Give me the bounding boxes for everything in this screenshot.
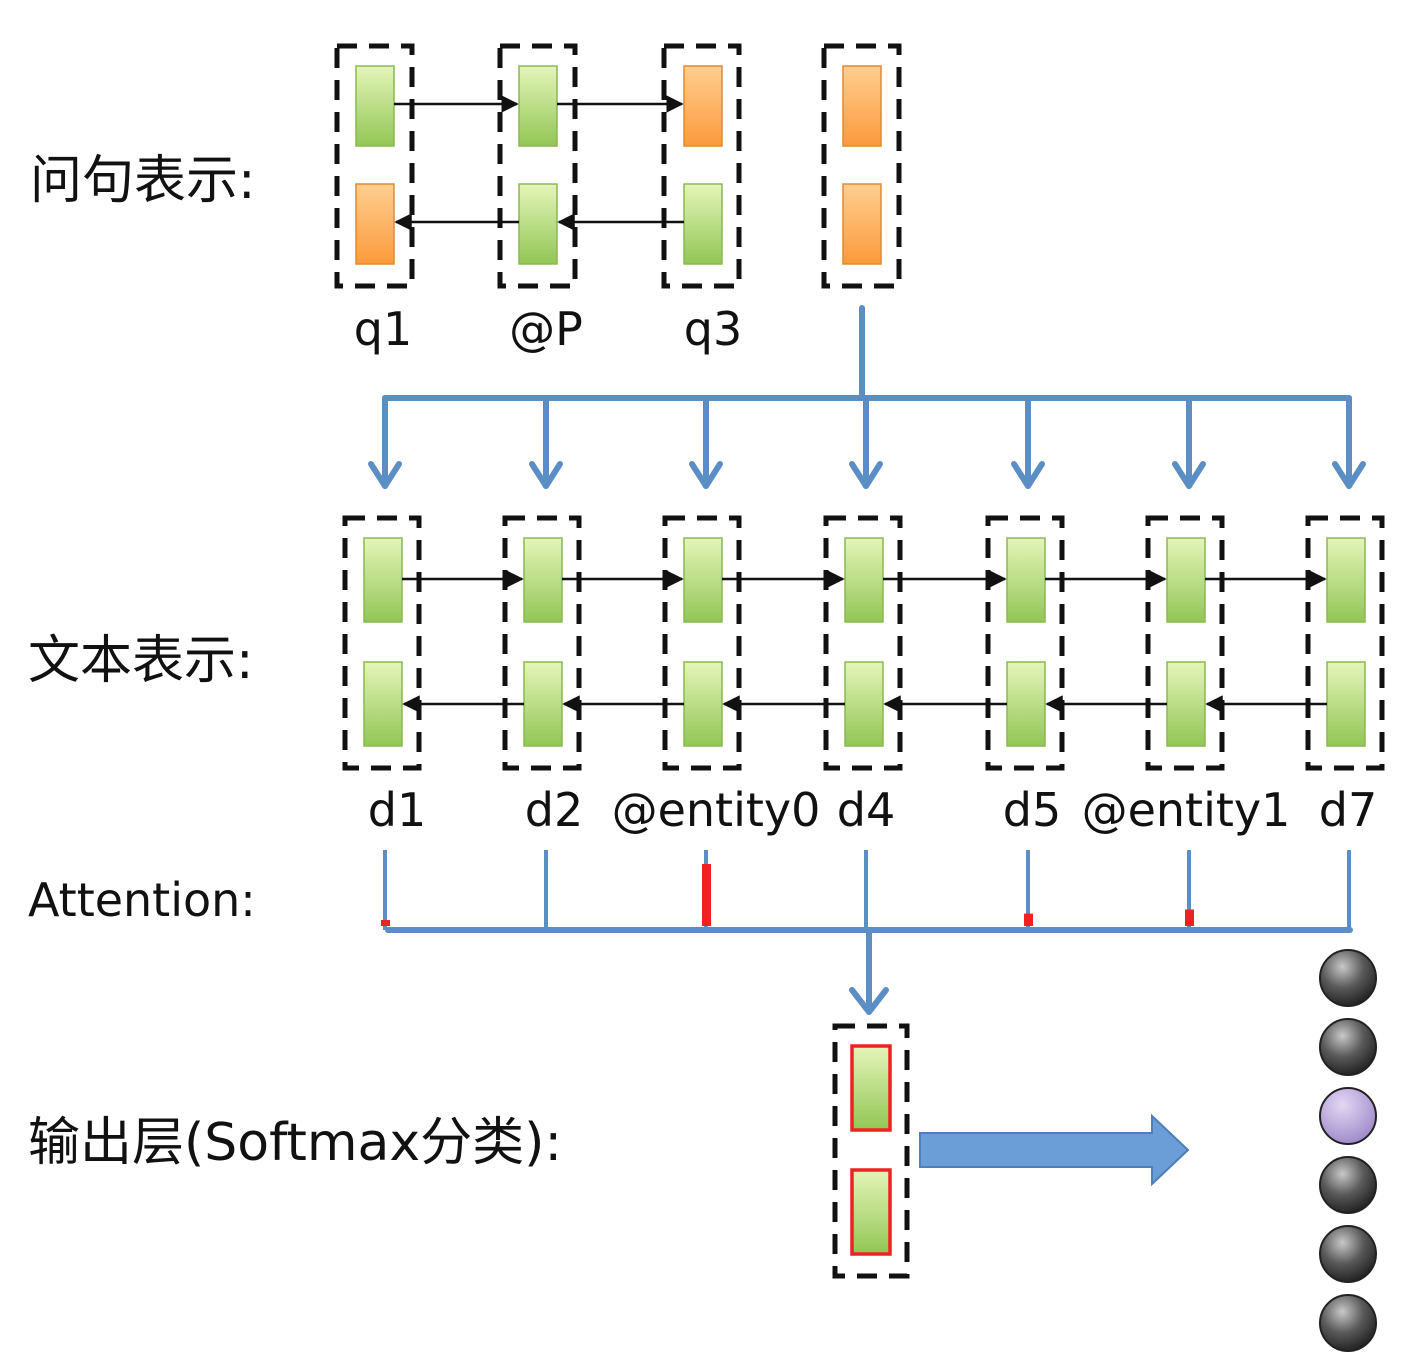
class-node <box>1319 1018 1377 1076</box>
document-token-label: @entity0 <box>612 783 821 837</box>
output-layer-label: 输出层(Softmax分类): <box>28 1113 562 1173</box>
backward-hidden-cell <box>683 661 723 747</box>
softmax-output-nodes <box>1319 949 1377 1352</box>
backward-hidden-cell <box>1326 661 1366 747</box>
backward-hidden-cell <box>1166 661 1206 747</box>
document-token-label: d5 <box>1003 783 1061 837</box>
context-vector-cell <box>850 1168 892 1256</box>
forward-hidden-cell <box>844 537 884 623</box>
attention-weight-bar <box>1185 909 1194 926</box>
class-node <box>1319 949 1377 1007</box>
context-vector-cell <box>850 1044 892 1132</box>
attention-weight-bar <box>702 864 711 926</box>
document-token-label: @entity1 <box>1082 783 1291 837</box>
document-token-label: d7 <box>1319 783 1377 837</box>
document-token-label: d4 <box>837 783 895 837</box>
attention-weight-bar <box>381 920 390 926</box>
forward-hidden-cell <box>1166 537 1206 623</box>
question-token-label: q3 <box>684 302 742 356</box>
question-representation-label: 问句表示: <box>30 151 256 211</box>
attention-reader-diagram: 问句表示: 文本表示: Attention: 输出层(Softmax分类): q… <box>28 43 1385 1352</box>
document-token-label: d2 <box>525 783 583 837</box>
class-node <box>1319 1156 1377 1214</box>
class-node <box>1319 1294 1377 1352</box>
forward-hidden-cell <box>1006 537 1046 623</box>
question-concat-forward-cell <box>842 65 882 147</box>
question-encoder: q1 @P q3 <box>334 43 902 356</box>
backward-hidden-cell <box>523 661 563 747</box>
forward-hidden-cell <box>523 537 563 623</box>
backward-hidden-cell <box>518 183 558 265</box>
attention-weight-bar <box>1024 913 1033 926</box>
forward-hidden-cell <box>355 65 395 147</box>
selected-class-node <box>1319 1087 1377 1145</box>
document-encoder: d1 d2 @entity0 d4 d5 @entity1 d7 <box>342 515 1385 837</box>
question-concat-backward-cell <box>842 183 882 265</box>
backward-hidden-cell <box>363 661 403 747</box>
forward-hidden-cell <box>683 537 723 623</box>
attention-label: Attention: <box>28 873 256 927</box>
output-layer <box>832 949 1377 1352</box>
backward-hidden-cell <box>1006 661 1046 747</box>
forward-hidden-cell <box>363 537 403 623</box>
document-representation-label: 文本表示: <box>28 631 254 691</box>
forward-hidden-cell <box>1326 537 1366 623</box>
softmax-arrow <box>919 1113 1190 1187</box>
backward-hidden-cell <box>683 183 723 265</box>
forward-hidden-cell <box>518 65 558 147</box>
question-token-label: q1 <box>354 302 412 356</box>
backward-hidden-cell <box>844 661 884 747</box>
diagram-canvas: 问句表示: 文本表示: Attention: 输出层(Softmax分类): q… <box>0 0 1422 1360</box>
backward-final-cell <box>355 183 395 265</box>
document-token-label: d1 <box>368 783 426 837</box>
question-token-label: @P <box>509 302 583 356</box>
attention-layer <box>381 850 1353 1015</box>
forward-final-cell <box>683 65 723 147</box>
class-node <box>1319 1225 1377 1283</box>
